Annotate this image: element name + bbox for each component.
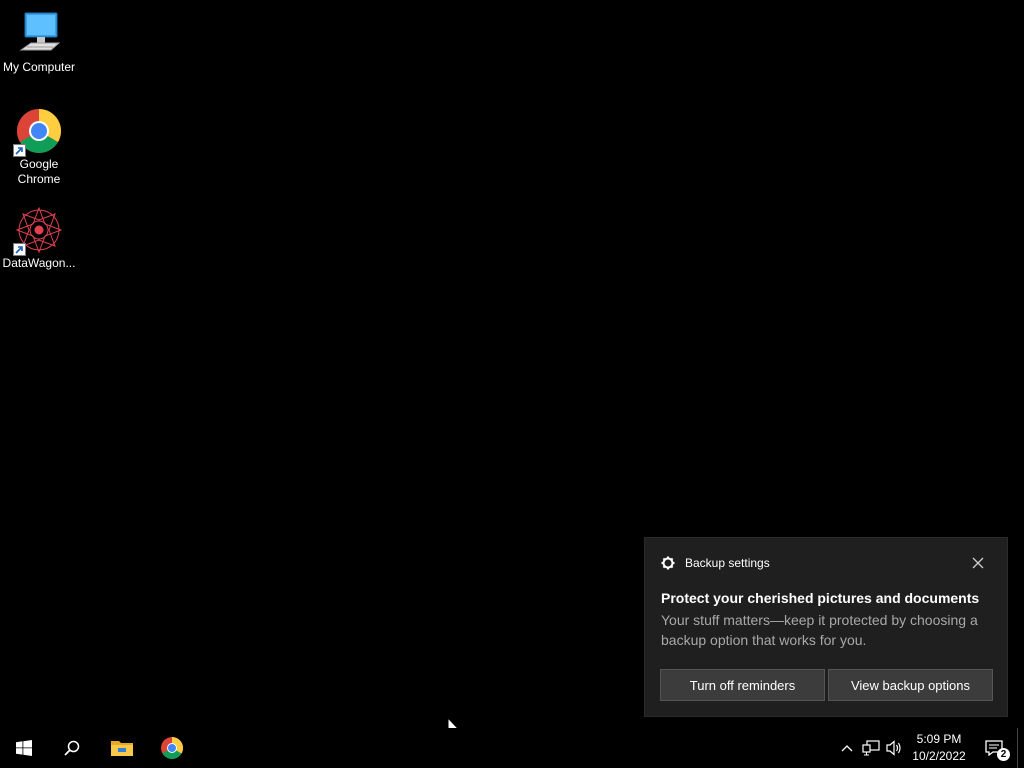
clock-time: 5:09 PM: [916, 732, 962, 746]
desktop-icon-label: DataWagon...: [2, 256, 76, 270]
desktop-icon-label: Google Chrome: [17, 157, 61, 186]
computer-icon: [15, 10, 63, 58]
windows-logo-icon: [16, 740, 32, 756]
toast-body: Your stuff matters—keep it protected by …: [661, 612, 978, 648]
shortcut-arrow-icon: [13, 144, 26, 157]
desktop-icon-google-chrome[interactable]: Google Chrome: [1, 107, 77, 187]
start-button[interactable]: [0, 728, 48, 768]
toast-app-name: Backup settings: [685, 556, 770, 570]
desktop: My Computer Google Chrome DataWagon... B…: [0, 0, 1024, 736]
search-button[interactable]: [48, 728, 96, 768]
desktop-icon-label: My Computer: [2, 60, 76, 74]
network-icon[interactable]: [861, 738, 881, 758]
backup-notification-toast[interactable]: Backup settings Protect your cherished p…: [644, 537, 1008, 717]
chrome-icon: [13, 107, 63, 157]
desktop-icon-my-computer[interactable]: My Computer: [1, 10, 77, 75]
search-icon: [64, 740, 80, 756]
toast-header: Backup settings: [661, 556, 770, 570]
toast-title: Protect your cherished pictures and docu…: [661, 590, 980, 606]
taskbar: 5:09 PM 10/2/2022 2: [0, 728, 1024, 768]
folder-icon: [111, 741, 133, 756]
chevron-up-icon[interactable]: [837, 738, 857, 758]
volume-icon[interactable]: [884, 738, 904, 758]
chrome-taskbar-button[interactable]: [148, 728, 196, 768]
desktop-icon-datawagon[interactable]: DataWagon...: [1, 206, 77, 271]
gear-icon: [661, 556, 675, 570]
notification-count-badge: 2: [997, 748, 1010, 761]
show-desktop-button[interactable]: [1017, 728, 1024, 768]
close-icon[interactable]: [971, 556, 985, 570]
file-explorer-button[interactable]: [98, 728, 146, 768]
datawagon-icon: [13, 206, 63, 256]
chrome-icon: [161, 737, 183, 759]
taskbar-clock[interactable]: 5:09 PM 10/2/2022: [908, 731, 970, 765]
clock-date: 10/2/2022: [912, 749, 966, 763]
shortcut-arrow-icon: [13, 243, 26, 256]
action-center-button[interactable]: 2: [976, 728, 1012, 768]
view-backup-options-button[interactable]: View backup options: [828, 669, 993, 701]
turn-off-reminders-button[interactable]: Turn off reminders: [660, 669, 825, 701]
